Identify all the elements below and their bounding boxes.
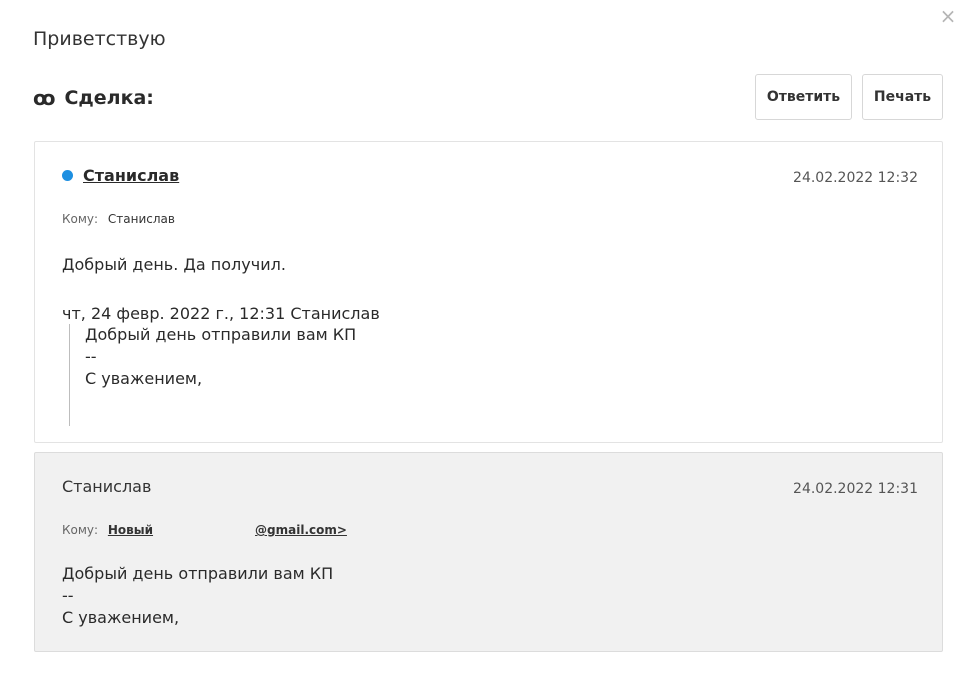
quoted-text: Добрый день отправили вам КП -- С уважен… [69, 324, 569, 426]
body-line: Добрый день отправили вам КП [62, 564, 334, 583]
message-sender-row: Станислав [62, 477, 151, 496]
body-line: С уважением, [62, 608, 180, 627]
to-label: Кому: [62, 212, 99, 226]
sender-name: Станислав [62, 477, 152, 496]
quote-line: Добрый день отправили вам КП [85, 325, 357, 344]
to-label: Кому: [62, 523, 99, 537]
greeting-text: Приветствую [33, 28, 166, 50]
deal-header: oo Сделка: [33, 86, 154, 110]
link-icon: oo [33, 86, 56, 110]
message-sender-row: Станислав [62, 166, 179, 185]
recipient-email-link[interactable]: Новый @gmail.com> [108, 523, 347, 537]
status-dot-icon [62, 170, 73, 181]
recipient-row: Кому: Станислав [62, 212, 175, 226]
recipient-email-end: @gmail.com> [255, 523, 347, 537]
message-date: 24.02.2022 12:32 [793, 170, 918, 186]
recipient-name: Станислав [107, 212, 175, 226]
quote-line: С уважением, [85, 369, 203, 388]
message-card: Станислав 24.02.2022 12:31 Кому: Новый @g… [34, 452, 943, 652]
quote-header: чт, 24 февр. 2022 г., 12:31 Станислав [62, 304, 380, 323]
print-button[interactable]: Печать [862, 74, 943, 120]
message-card: Станислав 24.02.2022 12:32 Кому: Станисл… [34, 141, 943, 443]
message-date: 24.02.2022 12:31 [793, 481, 918, 497]
message-body: Добрый день. Да получил. [62, 255, 286, 274]
sender-link[interactable]: Станислав [83, 166, 179, 185]
body-line: -- [62, 586, 74, 605]
deal-label: Сделка: [64, 87, 154, 109]
quote-line: -- [85, 347, 97, 366]
recipient-row: Кому: Новый @gmail.com> [62, 523, 347, 537]
recipient-email-start: Новый [107, 523, 154, 537]
reply-button[interactable]: Ответить [755, 74, 852, 120]
close-icon[interactable]: × [938, 6, 958, 26]
message-body: Добрый день отправили вам КП -- С уважен… [62, 563, 333, 629]
